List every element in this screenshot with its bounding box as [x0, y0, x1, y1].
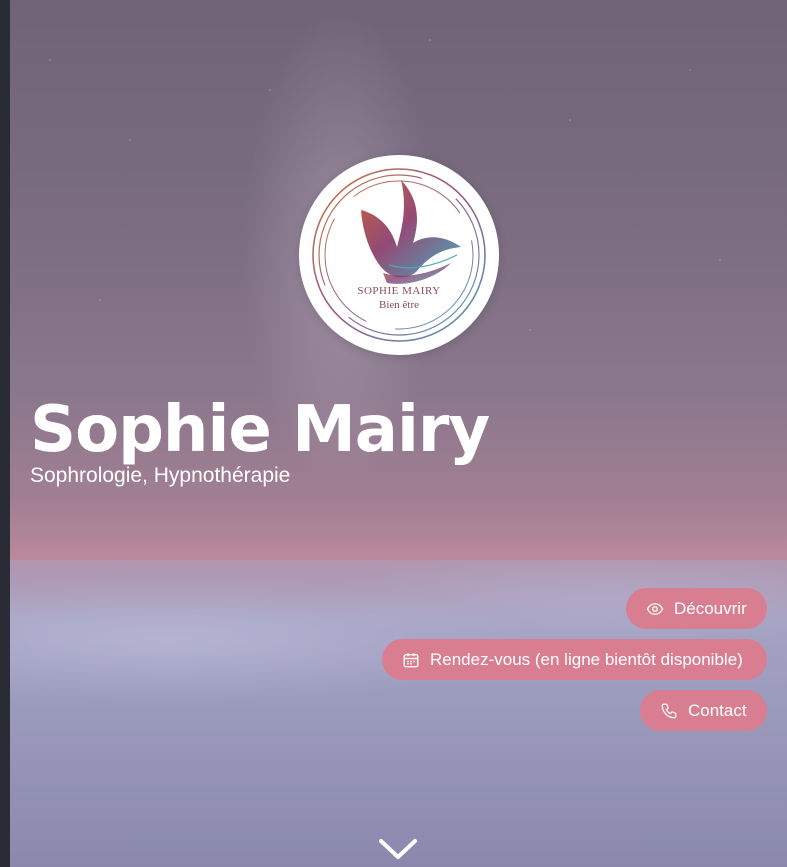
phone-icon: [660, 702, 678, 720]
logo-tagline-text: Bien être: [378, 299, 419, 311]
left-edge-strip: [0, 0, 10, 867]
logo[interactable]: SOPHIE MAIRY Bien être: [299, 155, 499, 355]
hero-section: SOPHIE MAIRY Bien être Sophie Mairy Soph…: [10, 0, 787, 867]
chevron-down-icon[interactable]: [377, 835, 419, 865]
logo-emblem: [312, 168, 486, 342]
logo-name-text: SOPHIE MAIRY: [357, 285, 441, 297]
rendezvous-label: Rendez-vous (en ligne bientôt disponible…: [430, 649, 743, 669]
page-title: Sophie Mairy: [30, 393, 490, 467]
eye-icon: [646, 600, 664, 618]
contact-label: Contact: [688, 700, 747, 720]
contact-button[interactable]: Contact: [640, 690, 767, 731]
decouvrir-button[interactable]: Découvrir: [626, 588, 767, 629]
rendezvous-button[interactable]: Rendez-vous (en ligne bientôt disponible…: [382, 639, 767, 680]
decouvrir-label: Découvrir: [674, 598, 747, 618]
page-subtitle: Sophrologie, Hypnothérapie: [30, 464, 291, 487]
calendar-icon: [402, 651, 420, 669]
